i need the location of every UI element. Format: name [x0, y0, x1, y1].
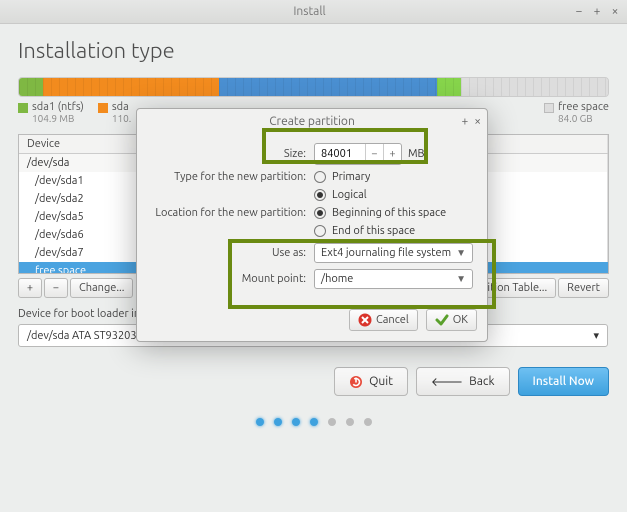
check-icon [435, 313, 449, 327]
pager-dot[interactable] [292, 418, 300, 426]
radio-icon [314, 207, 326, 219]
disk-seg-sda1 [19, 78, 43, 96]
pager [18, 418, 609, 426]
legend-size: 104.9 MB [32, 113, 84, 124]
size-label: Size: [151, 148, 306, 160]
size-increment[interactable]: + [383, 144, 401, 164]
pager-dot[interactable] [256, 418, 264, 426]
legend-size: 110. [112, 113, 131, 124]
revert-button[interactable]: Revert [558, 278, 609, 298]
useas-value: Ext4 journaling file system [321, 247, 451, 259]
disk-seg-sda5 [219, 78, 437, 96]
size-unit: MB [408, 148, 425, 160]
size-decrement[interactable]: − [365, 144, 383, 164]
mount-point-select[interactable]: /home ▼ [314, 269, 473, 289]
pager-dot[interactable] [346, 418, 354, 426]
legend-item: sda1 (ntfs)104.9 MB [18, 101, 84, 124]
pager-dot[interactable] [310, 418, 318, 426]
dialog-add-icon[interactable]: + [461, 115, 468, 128]
back-button[interactable]: 🡐 Back [416, 367, 510, 396]
cancel-label: Cancel [376, 314, 409, 326]
disk-usage-bar [18, 77, 609, 97]
legend-size: 84.0 GB [558, 113, 609, 124]
radio-label: Primary [332, 171, 370, 183]
type-label: Type for the new partition: [151, 171, 306, 183]
legend-swatch [18, 103, 28, 113]
pager-dot[interactable] [328, 418, 336, 426]
dialog-ok-button[interactable]: OK [426, 309, 477, 331]
close-icon[interactable]: × [609, 6, 621, 18]
window-titlebar: Install − + × [0, 0, 627, 24]
location-label: Location for the new partition: [151, 207, 306, 219]
pager-dot[interactable] [364, 418, 372, 426]
dialog-close-icon[interactable]: × [474, 115, 481, 128]
disk-seg-sda2 [43, 78, 220, 96]
disk-seg-sda6 [437, 78, 461, 96]
pager-dot[interactable] [274, 418, 282, 426]
back-label: Back [469, 375, 494, 388]
type-logical-radio[interactable]: Logical [314, 189, 473, 201]
dialog-cancel-button[interactable]: Cancel [349, 309, 418, 331]
install-now-button[interactable]: Install Now [518, 367, 609, 396]
dialog-titlebar: Create partition + × [137, 109, 487, 133]
legend-item: sda110. [98, 101, 131, 124]
disk-seg-free [461, 78, 608, 96]
location-begin-radio[interactable]: Beginning of this space [314, 207, 473, 219]
add-partition-button[interactable]: + [18, 278, 42, 298]
radio-label: End of this space [332, 225, 415, 237]
window-title: Install [46, 5, 573, 18]
location-end-radio[interactable]: End of this space [314, 225, 473, 237]
chevron-down-icon: ▼ [456, 247, 466, 259]
legend-label: sda [112, 101, 129, 113]
remove-partition-button[interactable]: − [44, 278, 68, 298]
change-partition-button[interactable]: Change... [70, 278, 133, 298]
power-icon [349, 375, 363, 389]
maximize-icon[interactable]: + [591, 6, 603, 18]
legend-swatch [544, 103, 554, 113]
quit-label: Quit [369, 375, 393, 388]
useas-label: Use as: [151, 247, 306, 259]
legend-item: free space84.0 GB [544, 101, 609, 124]
legend-swatch [98, 103, 108, 113]
legend-label: free space [558, 101, 609, 113]
radio-icon [314, 189, 326, 201]
arrow-left-icon: 🡐 [431, 374, 463, 389]
type-primary-radio[interactable]: Primary [314, 171, 473, 183]
size-input[interactable]: − + [314, 143, 402, 165]
radio-icon [314, 171, 326, 183]
ok-label: OK [453, 314, 468, 326]
dialog-title: Create partition [269, 115, 355, 128]
mount-value: /home [321, 273, 353, 285]
chevron-down-icon: ▾ [593, 329, 599, 342]
useas-select[interactable]: Ext4 journaling file system ▼ [314, 243, 473, 263]
radio-icon [314, 225, 326, 237]
radio-label: Logical [332, 189, 367, 201]
chevron-down-icon: ▼ [456, 273, 466, 285]
legend-label: sda1 (ntfs) [32, 101, 84, 113]
radio-label: Beginning of this space [332, 207, 446, 219]
size-value[interactable] [315, 148, 365, 160]
mount-label: Mount point: [151, 273, 306, 285]
cancel-icon [358, 313, 372, 327]
page-title: Installation type [18, 38, 609, 63]
create-partition-dialog: Create partition + × Size: − + MB Type f… [136, 108, 488, 342]
minimize-icon[interactable]: − [573, 6, 585, 18]
quit-button[interactable]: Quit [334, 367, 408, 396]
install-label: Install Now [533, 375, 594, 388]
